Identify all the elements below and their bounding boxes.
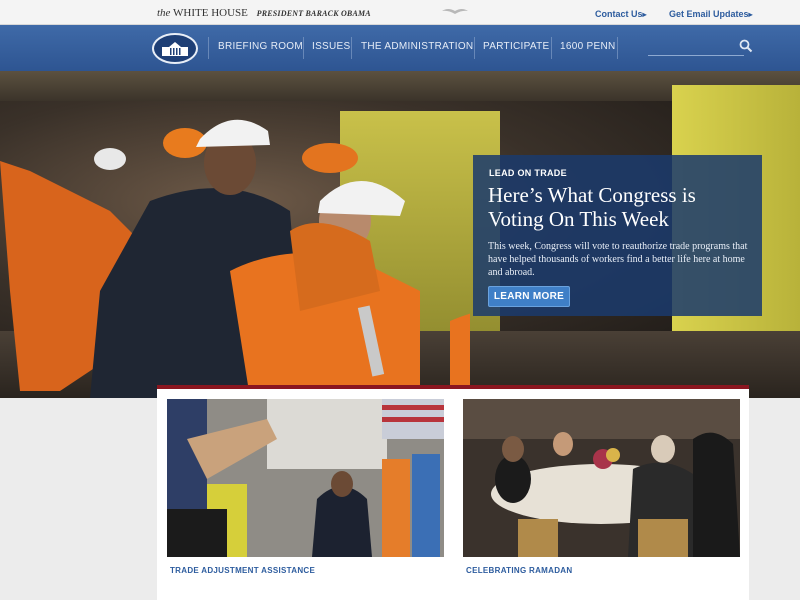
contact-us-link[interactable]: Contact Us▸ xyxy=(595,9,647,19)
utility-bar: the WHITE HOUSE PRESIDENT BARACK OBAMA C… xyxy=(0,0,800,25)
nav-divider xyxy=(303,37,304,59)
site-brand[interactable]: the WHITE HOUSE PRESIDENT BARACK OBAMA xyxy=(157,7,371,19)
hero-body: This week, Congress will vote to reautho… xyxy=(488,241,748,278)
email-updates-link[interactable]: Get Email Updates▸ xyxy=(669,9,753,19)
nav-divider xyxy=(551,37,552,59)
search-icon[interactable] xyxy=(739,39,753,53)
feature-label-trade[interactable]: TRADE ADJUSTMENT ASSISTANCE xyxy=(170,566,315,575)
feature-strip: TRADE ADJUSTMENT ASSISTANCE CELEBRATING … xyxy=(157,385,749,600)
nav-divider xyxy=(208,37,209,59)
nav-the-administration[interactable]: THE ADMINISTRATION xyxy=(361,41,473,52)
nav-issues[interactable]: ISSUES xyxy=(312,41,350,52)
feature-label-ramadan[interactable]: CELEBRATING RAMADAN xyxy=(466,566,572,575)
learn-more-button[interactable]: LEARN MORE xyxy=(488,286,570,307)
main-nav: BRIEFING ROOM ISSUES THE ADMINISTRATION … xyxy=(0,25,800,71)
hero-banner[interactable]: LEAD ON TRADE Here’s What Congress is Vo… xyxy=(0,71,800,398)
nav-participate[interactable]: PARTICIPATE xyxy=(483,41,549,52)
feature-image-ramadan[interactable] xyxy=(463,399,740,557)
feature-image-trade[interactable] xyxy=(167,399,444,557)
hero-kicker: LEAD ON TRADE xyxy=(489,168,567,178)
hero-feature-panel: LEAD ON TRADE Here’s What Congress is Vo… xyxy=(473,155,762,316)
search-input[interactable] xyxy=(648,38,744,56)
nav-divider xyxy=(351,37,352,59)
nav-briefing-room[interactable]: BRIEFING ROOM xyxy=(218,41,303,52)
brand-the: the xyxy=(157,7,171,19)
white-house-logo-icon[interactable] xyxy=(152,33,198,64)
brand-name: WHITE HOUSE xyxy=(173,7,248,19)
contact-us-label: Contact Us xyxy=(595,9,643,19)
email-updates-label: Get Email Updates xyxy=(669,9,749,19)
chevron-right-icon: ▸ xyxy=(748,10,753,19)
hero-headline[interactable]: Here’s What Congress is Voting On This W… xyxy=(488,183,753,231)
nav-divider xyxy=(617,37,618,59)
eagle-seal-icon xyxy=(442,9,468,14)
brand-president: PRESIDENT BARACK OBAMA xyxy=(256,9,371,18)
chevron-right-icon: ▸ xyxy=(642,10,647,19)
hero-photo-workers xyxy=(0,119,470,398)
nav-divider xyxy=(474,37,475,59)
nav-1600-penn[interactable]: 1600 PENN xyxy=(560,41,616,52)
